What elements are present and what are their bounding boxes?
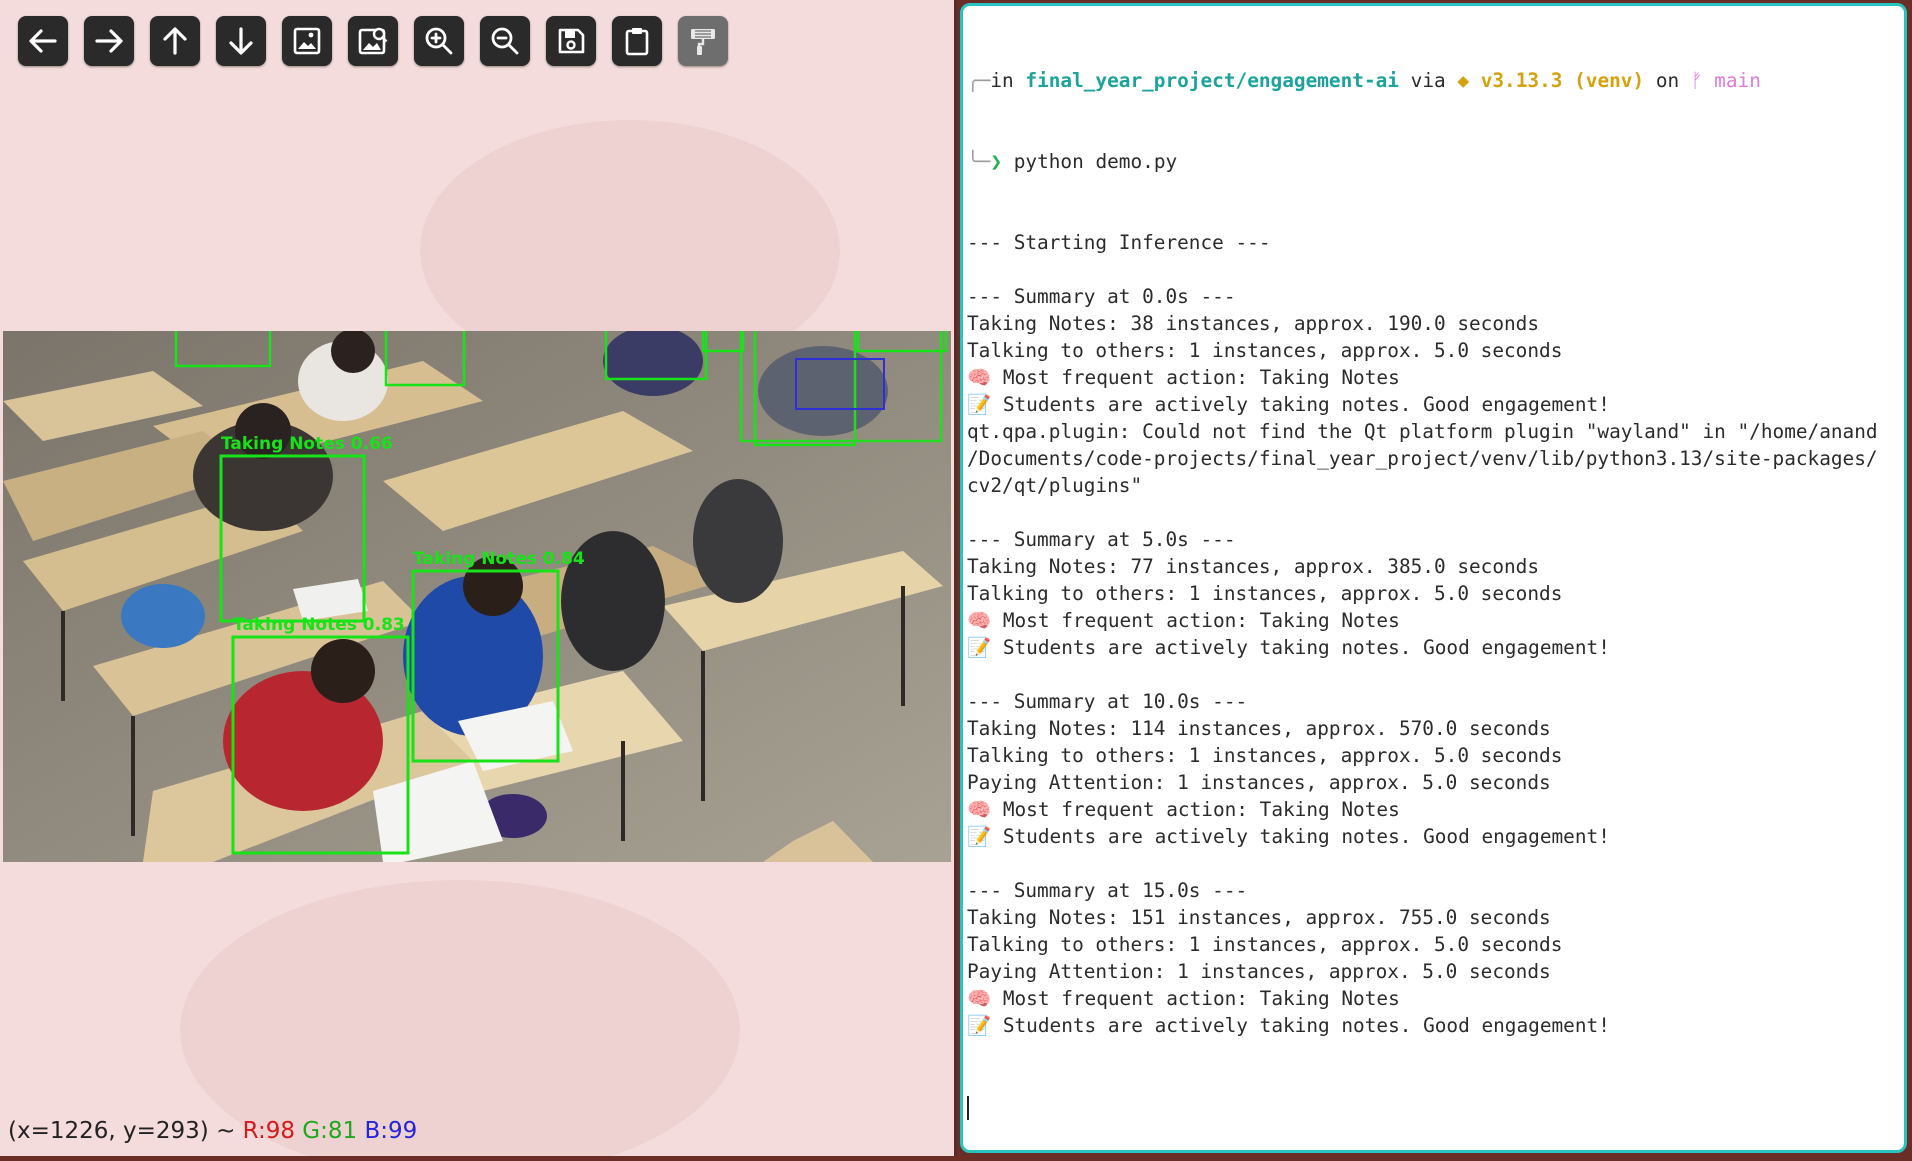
image-search-icon[interactable] [348,16,398,66]
forward-arrow-icon[interactable] [84,16,134,66]
image-icon[interactable] [282,16,332,66]
detection-label: Taking Notes 0.84 [413,549,585,569]
pixel-red-value: R:98 [242,1118,295,1144]
save-icon[interactable] [546,16,596,66]
video-frame: Taking Notes 0.66 Taking Notes 0.84 Taki… [3,331,951,862]
terminal-line: /Documents/code-projects/final_year_proj… [967,447,1878,470]
zoom-in-icon[interactable] [414,16,464,66]
clipboard-icon[interactable] [612,16,662,66]
terminal-line: 🧠 Most frequent action: Taking Notes [967,987,1400,1010]
classroom-image: Taking Notes 0.66 Taking Notes 0.84 Taki… [3,331,951,862]
viewer-toolbar [18,16,728,66]
prompt-via: via [1398,69,1458,92]
terminal-output: ╭─in final_year_project/engagement-ai vi… [967,13,1900,1150]
down-arrow-icon[interactable] [216,16,266,66]
student-head [311,639,375,703]
prompt-line: ╭─in final_year_project/engagement-ai vi… [967,67,1900,94]
git-branch-icon: ᚠ [1690,69,1703,92]
terminal-line: Taking Notes: 151 instances, approx. 755… [967,906,1551,929]
terminal-line: --- Summary at 0.0s --- [967,285,1236,308]
paint-roller-icon[interactable] [678,16,728,66]
cursor-line[interactable] [967,1093,1900,1120]
terminal-line: Taking Notes: 38 instances, approx. 190.… [967,312,1540,335]
terminal-line: 🧠 Most frequent action: Taking Notes [967,609,1400,632]
pixel-status-bar: (x=1226, y=293) ~ R:98 G:81 B:99 [8,1118,417,1144]
terminal-line: Taking Notes: 77 instances, approx. 385.… [967,555,1540,578]
terminal-line: Talking to others: 1 instances, approx. … [967,933,1563,956]
zoom-out-icon[interactable] [480,16,530,66]
terminal-line: 📝 Students are actively taking notes. Go… [967,825,1610,848]
terminal-line: --- Summary at 5.0s --- [967,528,1236,551]
pixel-blue-value: B:99 [364,1118,418,1144]
prompt-arrow-icon: ❯ [990,150,1003,173]
terminal-line: Paying Attention: 1 instances, approx. 5… [967,960,1551,983]
prompt-path: final_year_project/engagement-ai [1025,69,1399,92]
prompt-command: python demo.py [1013,150,1178,173]
prompt-git-branch: main [1702,69,1761,92]
terminal-line: 📝 Students are actively taking notes. Go… [967,393,1610,416]
terminal-line: --- Starting Inference --- [967,231,1271,254]
background-decoration [180,880,740,1156]
terminal-line: 🧠 Most frequent action: Taking Notes [967,366,1400,389]
command-line: ╰─❯ python demo.py [967,148,1900,175]
terminal-line: Paying Attention: 1 instances, approx. 5… [967,771,1551,794]
terminal-line: 📝 Students are actively taking notes. Go… [967,1014,1610,1037]
terminal-line: cv2/qt/plugins" [967,474,1143,497]
up-arrow-icon[interactable] [150,16,200,66]
terminal-line: Talking to others: 1 instances, approx. … [967,339,1563,362]
backpack [121,584,205,648]
prompt-python-version: v3.13.3 (venv) [1469,69,1645,92]
text-cursor [967,1095,969,1120]
detection-label: Taking Notes 0.83 [233,615,405,635]
terminal-line: Talking to others: 1 instances, approx. … [967,744,1563,767]
terminal-line: 🧠 Most frequent action: Taking Notes [967,798,1400,821]
prompt-bracket: ╰─ [967,150,991,173]
pixel-green-value: G:81 [302,1118,358,1144]
student-head [331,331,375,373]
terminal-log: --- Starting Inference --- --- Summary at… [967,229,1900,1039]
terminal-line: --- Summary at 15.0s --- [967,879,1248,902]
cursor-coordinates: (x=1226, y=293) ~ [8,1118,236,1144]
prompt-on: on [1644,69,1691,92]
terminal-line: Talking to others: 1 instances, approx. … [967,582,1563,605]
terminal-line: qt.qpa.plugin: Could not find the Qt pla… [967,420,1878,443]
prompt-in: in [990,69,1026,92]
terminal-line: 📝 Students are actively taking notes. Go… [967,636,1610,659]
terminal-line: Taking Notes: 114 instances, approx. 570… [967,717,1551,740]
prompt-bracket: ╭─ [967,69,991,92]
terminal-window[interactable]: ╭─in final_year_project/engagement-ai vi… [960,3,1907,1153]
backpack [693,479,783,603]
terminal-line: --- Summary at 10.0s --- [967,690,1248,713]
back-arrow-icon[interactable] [18,16,68,66]
image-viewer-window: Taking Notes 0.66 Taking Notes 0.84 Taki… [0,0,957,1156]
python-icon: ◆ [1457,69,1470,92]
detection-label: Taking Notes 0.66 [221,434,393,454]
